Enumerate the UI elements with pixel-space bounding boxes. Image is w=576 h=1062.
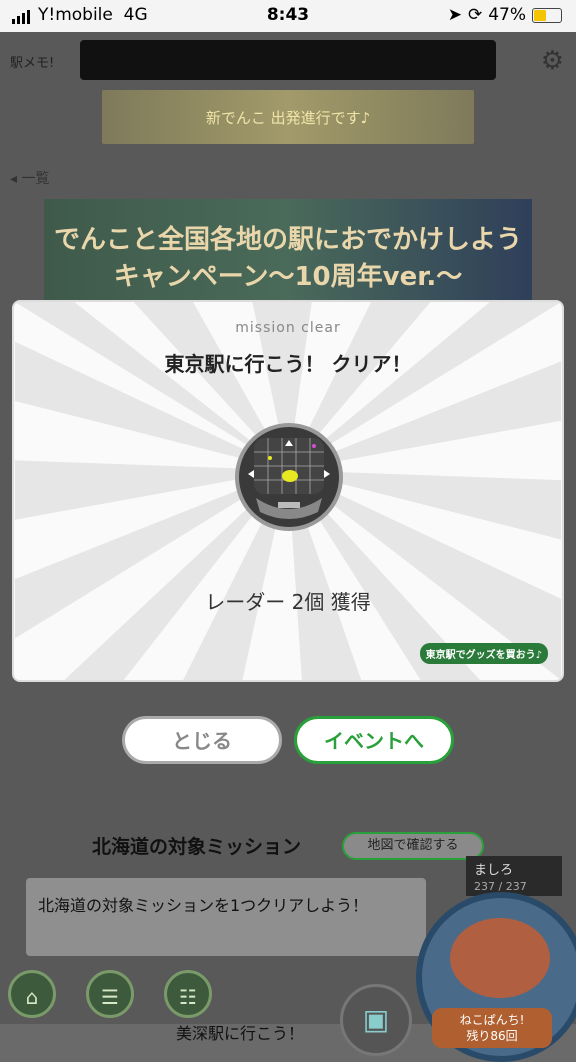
- mission-clear-dialog: mission clear 東京駅に行こう！ クリア！ レーダー 2個 獲得 東…: [12, 300, 564, 682]
- dialog-subtitle: mission clear: [235, 320, 341, 336]
- neko-punch-button[interactable]: ねこぱんち! 残り86回: [432, 1008, 552, 1048]
- rotation-lock-icon: ⟳: [467, 5, 483, 25]
- close-button[interactable]: とじる: [122, 716, 282, 764]
- go-to-event-button[interactable]: イベントへ: [294, 716, 454, 764]
- back-to-list-link[interactable]: ◂ 一覧: [0, 164, 74, 194]
- promo-tag[interactable]: 東京駅でグッズを買おう♪: [419, 643, 548, 664]
- status-bar: Y!mobile 4G 8:43 ➤ ⟳ 47%: [0, 0, 576, 32]
- gear-icon[interactable]: ⚙: [541, 46, 564, 76]
- location-icon: ➤: [447, 5, 462, 25]
- battery-percent: 47%: [488, 5, 526, 25]
- battery-icon: [532, 7, 562, 23]
- station-list-icon[interactable]: ☷: [164, 970, 212, 1018]
- character-card: ましろ 237 / 237: [466, 856, 562, 896]
- map-confirm-button[interactable]: 地図で確認する: [342, 832, 484, 860]
- mission-description: 北海道の対象ミッションを1つクリアしよう！: [26, 878, 426, 956]
- top-banner[interactable]: 新でんこ 出発進行です♪: [102, 90, 474, 144]
- reward-text: レーダー 2個 獲得: [205, 590, 371, 614]
- mission-list-icon[interactable]: ☰: [86, 970, 134, 1018]
- dialog-title: 東京駅に行こう！ クリア！: [164, 352, 412, 376]
- character-name: ましろ: [474, 863, 514, 878]
- character-hp: 237 / 237: [474, 880, 527, 893]
- app-label: 駅メモ!: [10, 56, 55, 71]
- bag-icon[interactable]: ▣: [340, 984, 412, 1056]
- radar-icon: [235, 423, 343, 531]
- home-icon[interactable]: ⌂: [8, 970, 56, 1018]
- ad-bar: [80, 40, 496, 80]
- mission-section-title: 北海道の対象ミッション: [92, 836, 302, 858]
- character-face: [450, 918, 550, 998]
